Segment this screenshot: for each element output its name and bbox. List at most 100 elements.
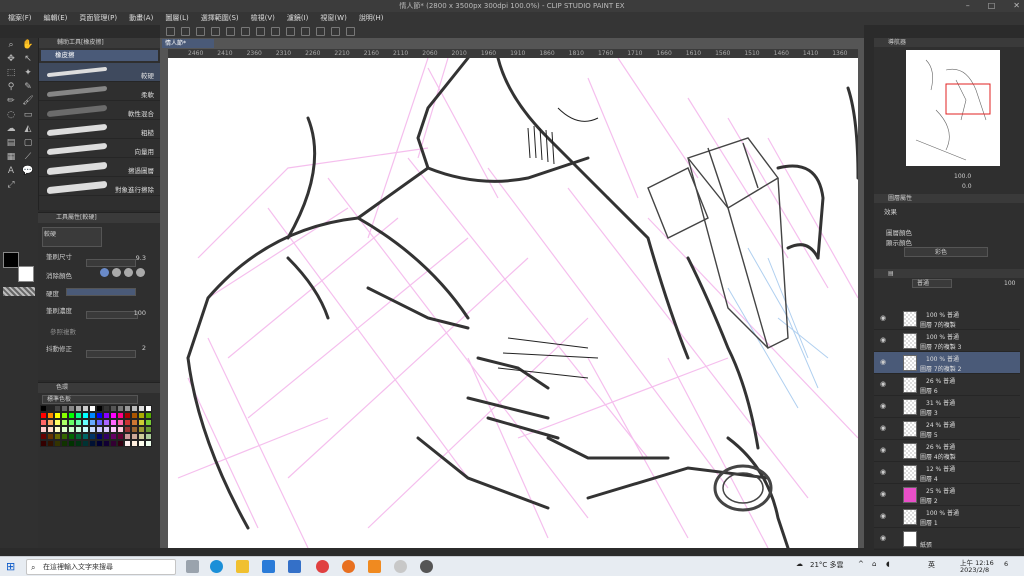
palette-swatch[interactable] <box>145 405 152 412</box>
palette-swatch[interactable] <box>89 405 96 412</box>
figure-icon[interactable]: ▢ <box>21 138 35 149</box>
palette-swatch[interactable] <box>54 405 61 412</box>
palette-swatch[interactable] <box>61 433 68 440</box>
layer-row[interactable]: ◉ 100 % 普通 圖層 7的複製 2 <box>874 352 1020 374</box>
brush-soft[interactable]: 柔軟 <box>39 82 160 101</box>
palette-swatch[interactable] <box>131 405 138 412</box>
palette-swatch[interactable] <box>96 433 103 440</box>
eye-icon[interactable]: ◉ <box>880 534 886 542</box>
eye-icon[interactable]: ◉ <box>880 424 886 432</box>
palette-swatch[interactable] <box>124 412 131 419</box>
menu-animation[interactable]: 動畫(A) <box>129 12 153 25</box>
app-icon[interactable] <box>394 560 407 573</box>
palette-swatch[interactable] <box>145 419 152 426</box>
menu-page[interactable]: 頁面管理(P) <box>79 12 117 25</box>
eyedropper-icon[interactable]: ⚲ <box>4 82 18 93</box>
palette-swatch[interactable] <box>47 412 54 419</box>
zoom-row[interactable]: 100.0 <box>882 172 1018 182</box>
palette-swatch[interactable] <box>131 419 138 426</box>
palette-swatch[interactable] <box>124 405 131 412</box>
windows-start-icon[interactable]: ⊞ <box>6 560 15 573</box>
save-icon[interactable] <box>196 27 205 36</box>
navigator-tab[interactable]: 導航器 <box>874 38 1024 47</box>
palette-swatch[interactable] <box>117 433 124 440</box>
palette-swatch[interactable] <box>61 412 68 419</box>
color-set-select[interactable]: 標準色板 <box>42 395 138 404</box>
palette-swatch[interactable] <box>138 412 145 419</box>
airbrush-icon[interactable]: ◌ <box>4 110 18 121</box>
palette-swatch[interactable] <box>96 405 103 412</box>
menu-help[interactable]: 說明(H) <box>359 12 384 25</box>
clip-studio-launcher-icon[interactable] <box>420 560 433 573</box>
mail-icon[interactable] <box>262 560 275 573</box>
clock-date[interactable]: 2023/2/8 <box>960 566 989 574</box>
palette-swatch[interactable] <box>75 419 82 426</box>
brush-hard[interactable]: 較硬 <box>39 63 160 82</box>
palette-swatch[interactable] <box>131 440 138 447</box>
palette-swatch[interactable] <box>47 440 54 447</box>
clip-studio-icon[interactable] <box>368 560 381 573</box>
palette-swatch[interactable] <box>96 419 103 426</box>
palette-swatch[interactable] <box>54 440 61 447</box>
tray-chevron-icon[interactable]: ^ <box>858 560 864 568</box>
notification-count[interactable]: 6 <box>1004 560 1008 568</box>
layer-row[interactable]: ◉ 100 % 普通 圖層 1 <box>874 506 1020 528</box>
move-icon[interactable]: ✥ <box>4 54 18 65</box>
palette-swatch[interactable] <box>124 426 131 433</box>
layer-row[interactable]: ◉ 26 % 普通 圖層 6 <box>874 374 1020 396</box>
maximize-icon[interactable]: □ <box>988 0 996 12</box>
palette-swatch[interactable] <box>47 433 54 440</box>
eye-icon[interactable]: ◉ <box>880 490 886 498</box>
layer-row[interactable]: ◉ 25 % 普通 圖層 2 <box>874 484 1020 506</box>
eraser-icon[interactable]: ▭ <box>21 110 35 121</box>
new-file-icon[interactable] <box>166 27 175 36</box>
palette-swatch[interactable] <box>117 440 124 447</box>
menu-file[interactable]: 檔案(F) <box>8 12 32 25</box>
invert-selection-icon[interactable] <box>286 27 295 36</box>
tool-property-tab[interactable]: 工具屬性[較硬] <box>38 213 160 223</box>
layer-row[interactable]: ◉ 12 % 普通 圖層 4 <box>874 462 1020 484</box>
undo-icon[interactable] <box>211 27 220 36</box>
palette-swatch[interactable] <box>117 412 124 419</box>
snap-ruler-icon[interactable] <box>301 27 310 36</box>
palette-swatch[interactable] <box>124 419 131 426</box>
hand-icon[interactable]: ✋ <box>21 40 35 51</box>
volume-icon[interactable]: ◖ <box>886 560 890 568</box>
zoom-icon[interactable]: ⌕ <box>4 40 18 51</box>
palette-swatch[interactable] <box>68 426 75 433</box>
transparent-color-swatch[interactable] <box>3 287 35 296</box>
file-explorer-icon[interactable] <box>236 560 249 573</box>
ime-indicator[interactable]: 英 <box>928 560 935 570</box>
density-slider[interactable] <box>86 311 138 319</box>
palette-swatch[interactable] <box>75 412 82 419</box>
palette-swatch[interactable] <box>110 440 117 447</box>
palette-swatch[interactable] <box>68 433 75 440</box>
palette-swatch[interactable] <box>75 433 82 440</box>
snap-special-icon[interactable] <box>331 27 340 36</box>
palette-swatch[interactable] <box>110 412 117 419</box>
palette-swatch[interactable] <box>40 426 47 433</box>
operation-icon[interactable]: ↖ <box>21 54 35 65</box>
palette-swatch[interactable] <box>40 433 47 440</box>
palette-swatch[interactable] <box>96 426 103 433</box>
minimize-icon[interactable]: – <box>966 0 970 12</box>
ruler-icon[interactable]: ⟋ <box>21 152 35 163</box>
eye-icon[interactable]: ◉ <box>880 446 886 454</box>
palette-swatch[interactable] <box>82 405 89 412</box>
palette-swatch[interactable] <box>89 433 96 440</box>
pen-icon[interactable]: ✎ <box>21 82 35 93</box>
palette-swatch[interactable] <box>110 426 117 433</box>
menu-window[interactable]: 視窗(W) <box>320 12 346 25</box>
eye-icon[interactable]: ◉ <box>880 314 886 322</box>
palette-swatch[interactable] <box>117 426 124 433</box>
palette-swatch[interactable] <box>82 419 89 426</box>
palette-swatch[interactable] <box>40 419 47 426</box>
edge-icon[interactable] <box>210 560 223 573</box>
gradient-icon[interactable]: ▤ <box>4 138 18 149</box>
palette-swatch[interactable] <box>103 405 110 412</box>
palette-swatch[interactable] <box>40 440 47 447</box>
brush-rough[interactable]: 粗糙 <box>39 120 160 139</box>
auto-select-icon[interactable]: ✦ <box>21 68 35 79</box>
color-set-tab[interactable]: 色環 <box>38 383 160 393</box>
close-icon[interactable]: ✕ <box>1013 0 1020 12</box>
